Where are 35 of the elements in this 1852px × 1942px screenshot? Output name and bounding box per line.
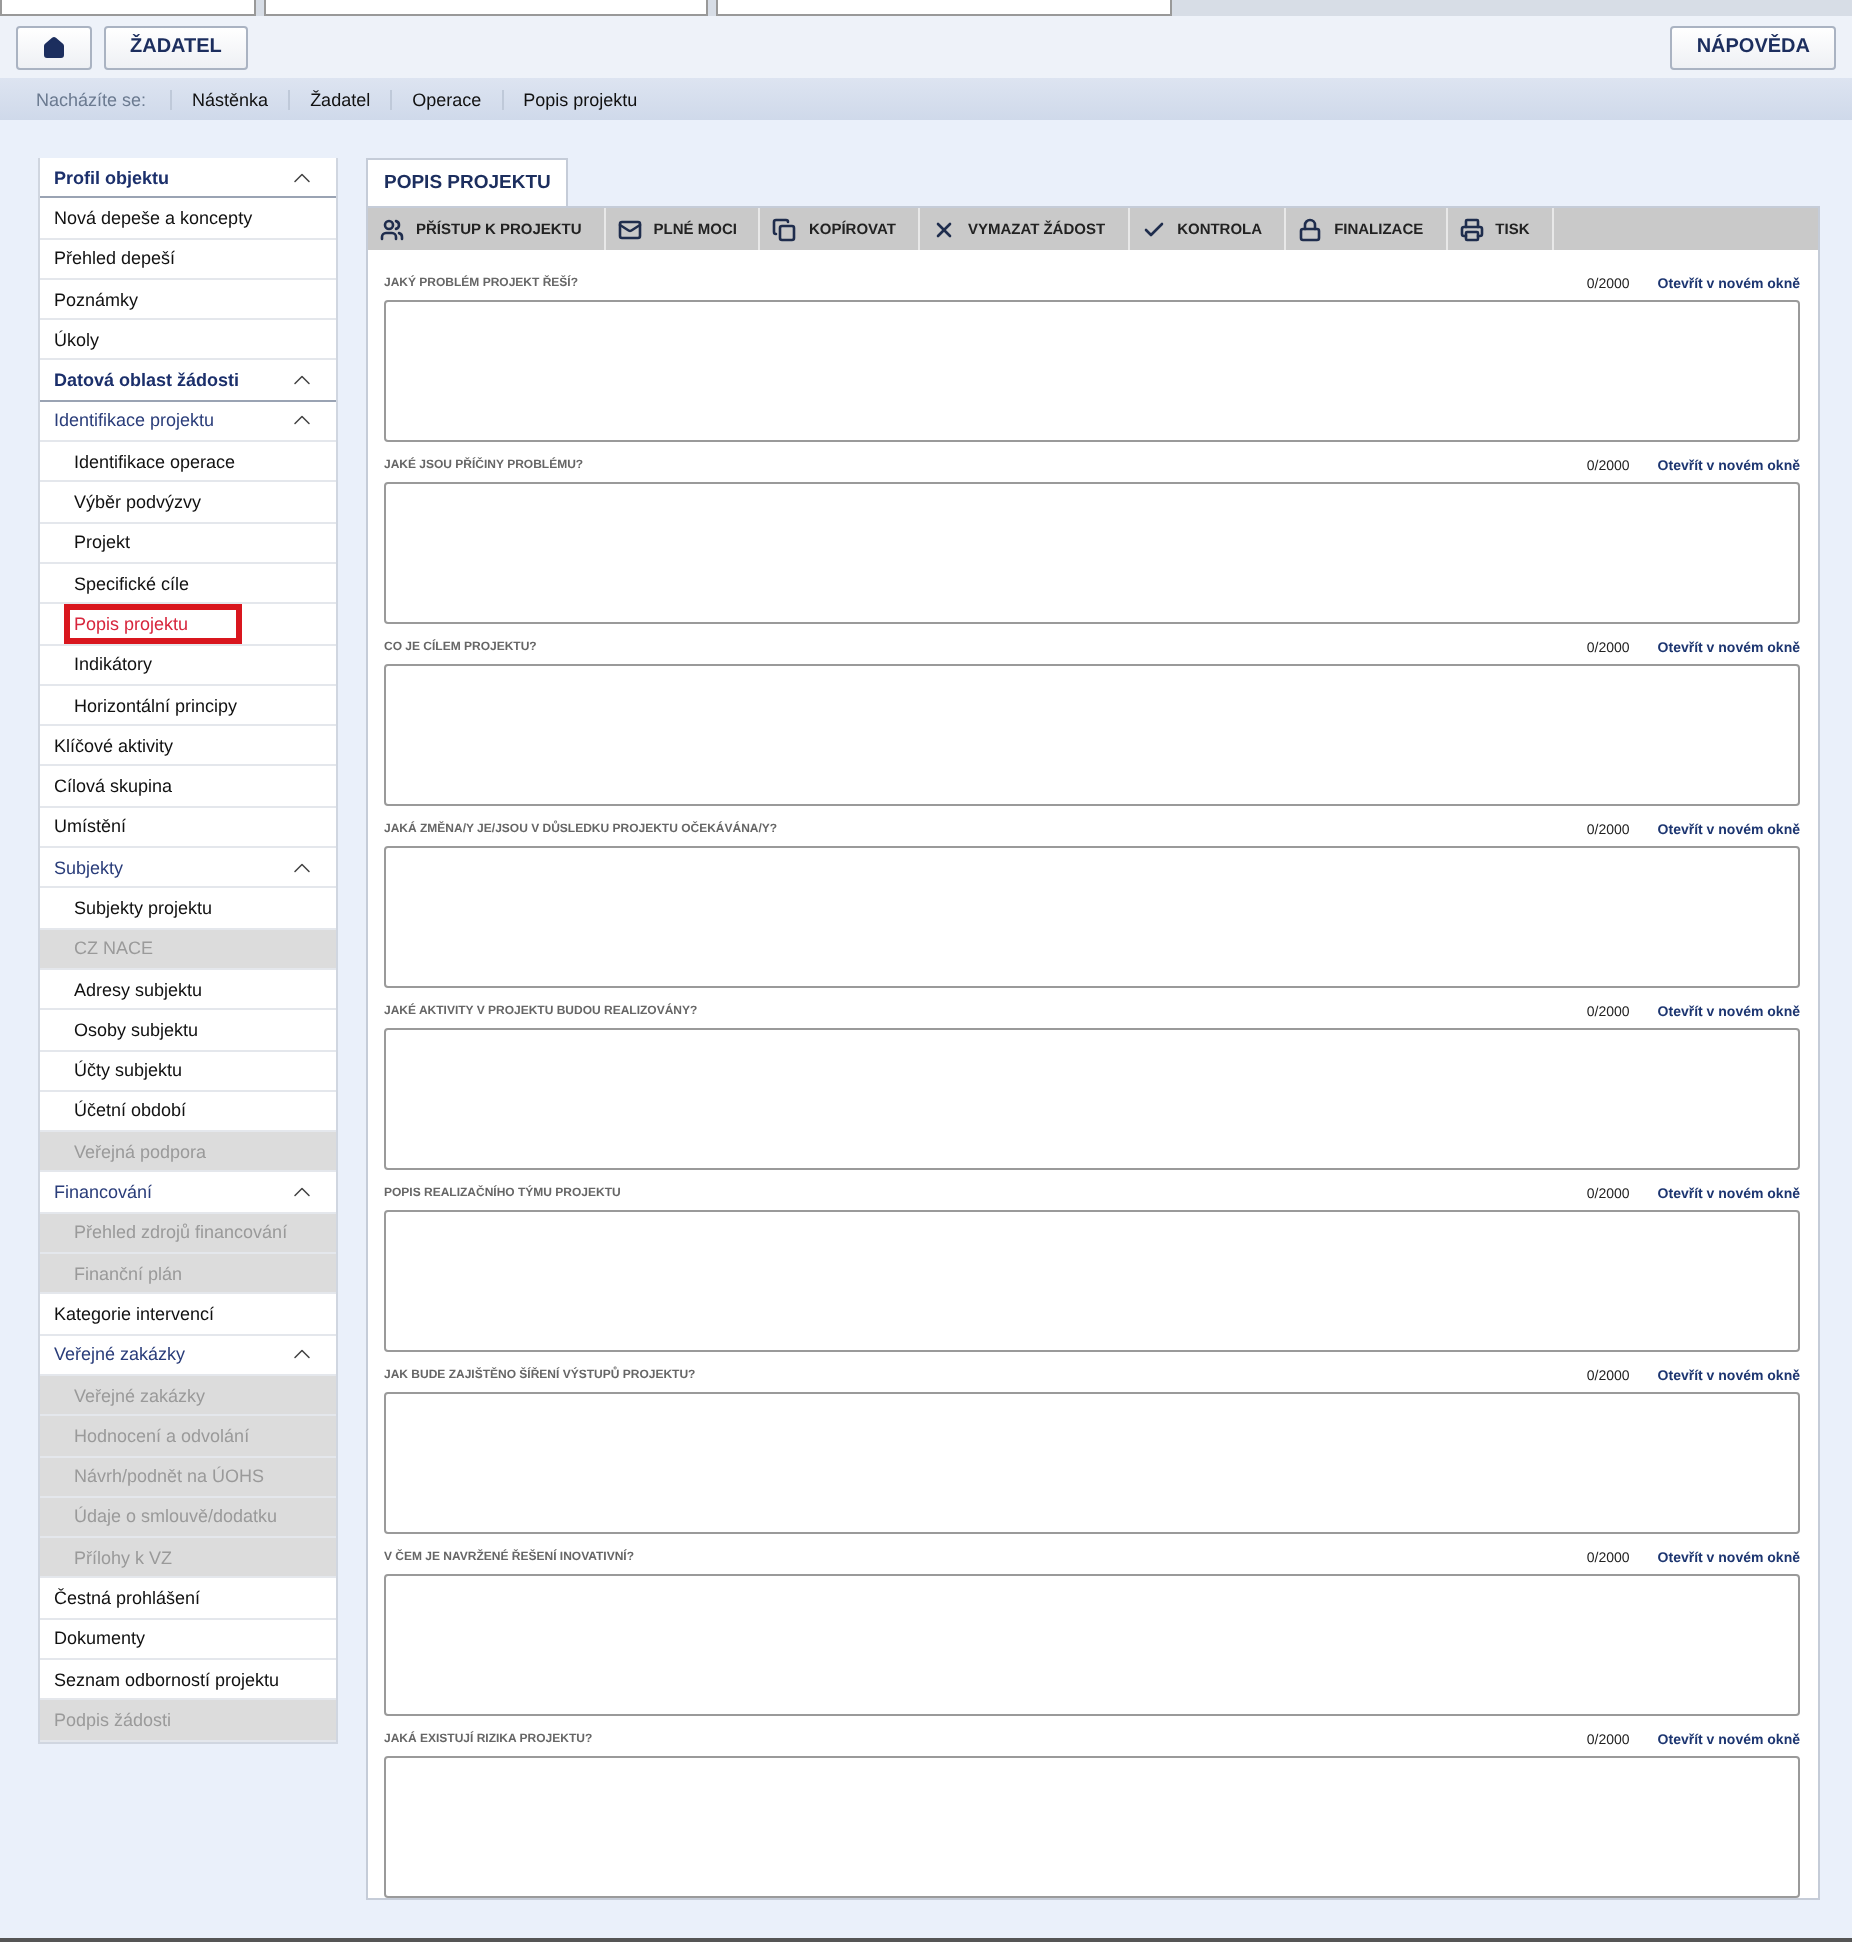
text-area[interactable]	[384, 1210, 1800, 1352]
text-area[interactable]	[384, 1392, 1800, 1534]
sidebar-item[interactable]: Účty subjektu	[40, 1051, 336, 1092]
close-icon	[931, 217, 956, 241]
sidebar-item[interactable]: Popis projektu	[40, 604, 336, 646]
applicant-button[interactable]: ŽADATEL	[104, 25, 248, 69]
lock-icon	[1298, 217, 1323, 241]
home-button[interactable]	[16, 25, 92, 69]
breadcrumb-link[interactable]: Žadatel	[288, 89, 391, 109]
breadcrumb-link[interactable]: Nástěnka	[170, 89, 289, 109]
breadcrumb-link[interactable]: Popis projektu	[501, 89, 658, 109]
printer-icon	[1459, 217, 1484, 241]
browser-tab[interactable]	[0, 0, 256, 16]
text-area[interactable]	[384, 664, 1800, 806]
browser-tab[interactable]	[264, 0, 708, 16]
checkmark-icon	[1141, 217, 1166, 241]
breadcrumb-prefix: Nacházíte se:	[36, 89, 147, 109]
text-area[interactable]	[384, 482, 1800, 624]
people-icon	[380, 217, 404, 241]
browser-tab[interactable]	[716, 0, 1172, 16]
sidebar-item[interactable]: Veřejné zakázky	[40, 1335, 336, 1376]
text-area[interactable]	[384, 1574, 1800, 1716]
sidebar-item[interactable]: Přehled depeší	[40, 239, 336, 280]
tab[interactable]: POPIS PROJEKTU	[366, 158, 569, 206]
text-area[interactable]	[384, 1756, 1800, 1898]
help-button[interactable]: NÁPOVĚDA	[1670, 25, 1836, 69]
sidebar-item[interactable]: Dokumenty	[40, 1619, 336, 1660]
copy-icon	[772, 217, 797, 241]
text-area[interactable]	[384, 300, 1800, 442]
breadcrumb-link[interactable]: Operace	[390, 89, 502, 109]
home-icon	[42, 35, 66, 59]
envelope-icon	[617, 217, 642, 241]
text-area[interactable]	[384, 1028, 1800, 1170]
text-area[interactable]	[384, 846, 1800, 988]
sidebar-item[interactable]: Projekt	[40, 523, 336, 564]
